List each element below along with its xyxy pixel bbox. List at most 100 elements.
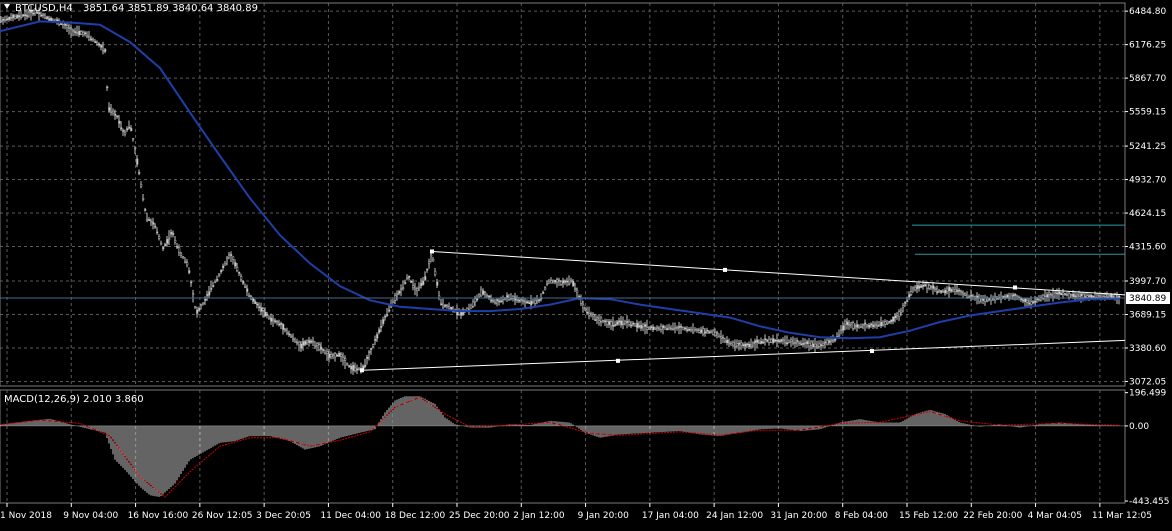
candle-body — [828, 340, 831, 343]
candle-body — [42, 14, 45, 16]
candle-body — [206, 294, 209, 296]
trendline-handle[interactable] — [723, 267, 727, 272]
candle-body — [184, 261, 187, 263]
candle-body — [944, 290, 947, 294]
candle-body — [494, 302, 497, 304]
candle-body — [86, 35, 89, 38]
candle-body — [214, 281, 217, 283]
candle-body — [712, 330, 715, 335]
candle-body — [560, 281, 563, 285]
candle-body — [306, 340, 309, 343]
candle-body — [788, 340, 791, 343]
candle-body — [920, 285, 923, 288]
candle-body — [174, 240, 177, 243]
candle-body — [120, 127, 123, 130]
candle-body — [428, 261, 431, 264]
candle-body — [102, 50, 105, 52]
candle-body — [374, 339, 377, 341]
candle-body — [948, 286, 951, 291]
candle-body — [762, 341, 765, 344]
candle-body — [690, 329, 693, 331]
candle-body — [554, 280, 557, 283]
candle-body — [106, 86, 109, 89]
trendline-handle[interactable] — [360, 368, 364, 373]
candle-body — [570, 279, 573, 282]
price-tick-label: 3997.70 — [1129, 277, 1166, 287]
macd-title: MACD(12,26,9) 2.010 3.860 — [4, 394, 144, 405]
candle-body — [148, 219, 151, 221]
candle-body — [226, 257, 229, 260]
candle-body — [646, 327, 649, 330]
candle-body — [738, 342, 741, 345]
candle-body — [910, 291, 913, 295]
macd-tick-label: 196.499 — [1129, 389, 1166, 399]
macd-tick-label: -443.455 — [1129, 497, 1169, 507]
candle-body — [330, 354, 333, 357]
candle-body — [170, 232, 173, 235]
candle-body — [430, 254, 433, 257]
candle-body — [816, 345, 819, 348]
chart-canvas[interactable]: 6484.80 6176.25 5867.70 5559.15 5241.25 4932.… — [0, 0, 1172, 527]
candle-body — [766, 340, 769, 342]
candle-body — [302, 341, 305, 346]
time-tick-label: 11 Mar 12:05 — [1092, 511, 1152, 521]
trendline-handle[interactable] — [616, 358, 620, 363]
candle-body — [1074, 295, 1077, 298]
chart-window[interactable]: 6484.80 6176.25 5867.70 5559.15 5241.25 4932.… — [0, 0, 1172, 527]
candle-body — [668, 327, 671, 330]
candle-body — [198, 308, 201, 310]
candle-body — [602, 320, 605, 322]
trendline-handle[interactable] — [870, 349, 874, 354]
chart-header: BTCUSD,H4 3851.64 3851.89 3840.64 3840.8… — [4, 3, 258, 14]
candle-body — [612, 325, 615, 327]
candle-body — [100, 45, 103, 48]
candle-body — [354, 367, 357, 371]
candle-body — [0, 20, 3, 22]
candle-body — [596, 317, 599, 320]
candle-body — [892, 317, 895, 322]
candle-body — [776, 339, 779, 342]
candle-body — [672, 328, 675, 330]
price-tick-label: 3380.60 — [1129, 344, 1166, 354]
candle-body — [182, 256, 185, 259]
candle-body — [244, 286, 247, 288]
candle-body — [1048, 292, 1051, 295]
candle-body — [112, 110, 115, 114]
candle-body — [906, 300, 909, 302]
candle-body — [810, 341, 813, 346]
candle-body — [436, 281, 439, 286]
candle-body — [714, 332, 717, 336]
candle-body — [662, 325, 665, 328]
candle-body — [1026, 300, 1029, 303]
candle-body — [40, 14, 43, 17]
candle-body — [654, 327, 657, 330]
candle-body — [180, 253, 183, 256]
candle-body — [558, 280, 561, 282]
candle-body — [592, 314, 595, 317]
candle-body — [4, 19, 7, 21]
candle-body — [364, 364, 367, 367]
time-tick-label: 4 Mar 04:05 — [1028, 511, 1082, 521]
candle-body — [626, 321, 629, 323]
candle-body — [1076, 294, 1079, 297]
candle-body — [1092, 295, 1095, 298]
candle-body — [984, 298, 987, 302]
time-tick-label: 11 Dec 04:00 — [320, 511, 381, 521]
candle-body — [610, 321, 613, 327]
candle-body — [256, 303, 259, 306]
candle-body — [96, 42, 99, 45]
candle-body — [606, 321, 609, 325]
candle-body — [824, 341, 827, 344]
trendline-handle[interactable] — [1013, 285, 1017, 290]
candle-body — [18, 15, 21, 18]
candle-body — [1088, 295, 1091, 297]
candle-body — [1066, 294, 1069, 296]
candle-body — [1054, 292, 1057, 295]
candle-body — [956, 290, 959, 292]
candle-body — [162, 247, 165, 250]
candle-body — [304, 341, 307, 345]
candle-body — [746, 343, 749, 346]
trendline-handle[interactable] — [430, 249, 434, 254]
candle-body — [1104, 294, 1107, 297]
candle-body — [696, 329, 699, 331]
